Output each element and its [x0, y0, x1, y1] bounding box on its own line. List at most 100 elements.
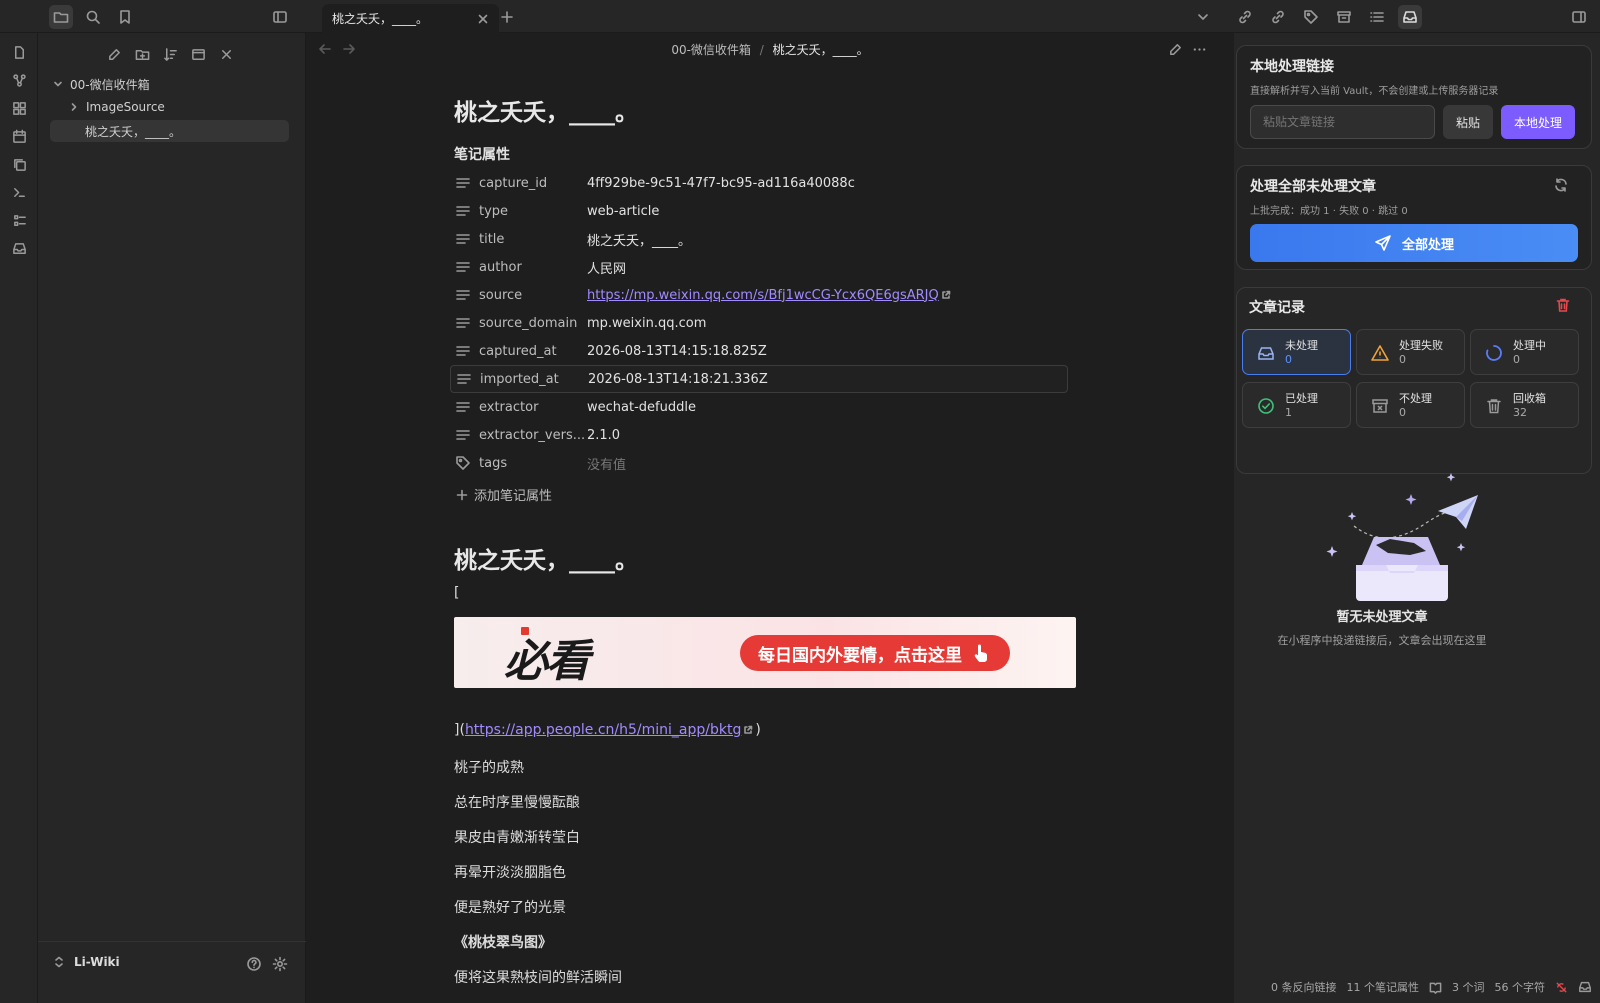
sync-off-icon[interactable] — [1555, 981, 1568, 994]
copy-icon[interactable] — [7, 152, 31, 176]
stat-recycle-bin[interactable]: 回收箱 32 — [1470, 382, 1579, 428]
link-line: ]( https://app.people.cn/h5/mini_app/bkt… — [454, 722, 761, 738]
external-link[interactable]: https://app.people.cn/h5/mini_app/bktg — [465, 722, 741, 738]
right-sidebar-toggle-icon[interactable] — [1567, 5, 1591, 29]
vault-switcher[interactable]: Li-Wiki — [54, 955, 120, 969]
tree-note-active[interactable]: 桃之夭夭，____。 — [50, 120, 289, 142]
paragraph: 果皮由青嫩渐转莹白 — [454, 830, 580, 846]
archive-icon[interactable] — [1332, 5, 1356, 29]
book-icon[interactable] — [1429, 981, 1442, 994]
banner-button[interactable]: 每日国内外要情，点击这里 — [740, 635, 1010, 671]
property-value[interactable]: 没有值 — [587, 454, 626, 473]
search-icon[interactable] — [81, 5, 105, 29]
link-suffix: ) — [755, 722, 761, 738]
property-row[interactable]: source https://mp.weixin.qq.com/s/Bfj1wcC… — [450, 281, 1068, 309]
tree-folder-root[interactable]: 00-微信收件箱 — [52, 73, 292, 95]
property-row[interactable]: type web-article — [450, 197, 1068, 225]
status-backlinks[interactable]: 0 条反向链接 — [1271, 979, 1337, 995]
stat-failed[interactable]: 处理失败 0 — [1356, 329, 1465, 375]
property-row[interactable]: tags 没有值 — [450, 449, 1068, 477]
plus-icon — [456, 489, 468, 500]
paragraph: 总在时序里慢慢酝酿 — [454, 795, 580, 811]
property-row[interactable]: extractor wechat-defuddle — [450, 393, 1068, 421]
link-alt-icon[interactable] — [1266, 5, 1290, 29]
terminal-icon[interactable] — [7, 180, 31, 204]
property-value[interactable]: wechat-defuddle — [587, 400, 696, 415]
add-property-label: 添加笔记属性 — [474, 489, 553, 504]
calendar-icon[interactable] — [7, 124, 31, 148]
banner-image[interactable]: 必看 每日国内外要情，点击这里 — [454, 617, 1076, 688]
property-row[interactable]: title 桃之夭夭，____。 — [450, 225, 1068, 253]
folder-icon[interactable] — [49, 5, 73, 29]
stat-unprocessed[interactable]: 未处理 0 — [1242, 329, 1351, 375]
status-chars: 56 个字符 — [1494, 981, 1546, 994]
edit-icon[interactable] — [1168, 42, 1183, 57]
tree-folder-label: ImageSource — [86, 100, 165, 114]
property-value[interactable]: 桃之夭夭，____。 — [587, 230, 691, 249]
ribbon — [0, 33, 38, 1003]
property-row[interactable]: extractor_vers... 2.1.0 — [450, 421, 1068, 449]
property-row[interactable]: author 人民网 — [450, 253, 1068, 281]
collapse-icon[interactable] — [187, 43, 209, 65]
empty-title: 暂无未处理文章 — [1336, 610, 1428, 625]
close-all-icon[interactable] — [215, 43, 237, 65]
new-tab-icon[interactable] — [495, 5, 519, 29]
property-row[interactable]: imported_at 2026-08-13T14:18:21.336Z — [450, 365, 1068, 393]
inbox-icon[interactable] — [1398, 5, 1422, 29]
help-icon[interactable] — [246, 956, 262, 972]
updown-icon — [55, 956, 63, 968]
chevron-down-icon[interactable] — [1191, 5, 1215, 29]
property-value[interactable]: mp.weixin.qq.com — [587, 316, 706, 331]
new-folder-icon[interactable] — [131, 43, 153, 65]
property-row[interactable]: captured_at 2026-08-13T14:15:18.825Z — [450, 337, 1068, 365]
stat-processing[interactable]: 处理中 0 — [1470, 329, 1579, 375]
sidebar-toggle-icon[interactable] — [268, 5, 292, 29]
refresh-icon[interactable] — [1553, 177, 1569, 193]
add-property-button[interactable]: 添加笔记属性 — [456, 485, 552, 504]
property-value[interactable]: https://mp.weixin.qq.com/s/Bfj1wcCG-Ycx6… — [587, 288, 939, 303]
article-link-input[interactable] — [1250, 105, 1435, 139]
grid-icon[interactable] — [7, 96, 31, 120]
file-icon[interactable] — [7, 40, 31, 64]
settings-icon[interactable] — [272, 956, 288, 972]
trash-icon — [1487, 399, 1501, 414]
batch-card-title: 处理全部未处理文章 — [1250, 179, 1376, 195]
property-value[interactable]: 2026-08-13T14:18:21.336Z — [588, 372, 768, 387]
new-note-icon[interactable] — [103, 43, 125, 65]
batch-last-result: 上批完成：成功 1 · 失败 0 · 跳过 0 — [1250, 206, 1408, 217]
stat-processed[interactable]: 已处理 1 — [1242, 382, 1351, 428]
text-property-icon — [455, 175, 471, 191]
property-value[interactable]: 人民网 — [587, 258, 626, 277]
link-plugin-icon[interactable] — [1233, 5, 1257, 29]
status-properties: 11 个笔记属性 — [1346, 981, 1420, 994]
tab-note[interactable]: 桃之夭夭，____。 — [322, 4, 499, 33]
tag-icon[interactable] — [1299, 5, 1323, 29]
check-circle-icon — [1258, 398, 1274, 414]
paste-button[interactable]: 粘贴 — [1443, 105, 1493, 139]
sort-icon[interactable] — [159, 43, 181, 65]
property-value[interactable]: 4ff929be-9c51-47f7-bc95-ad116a40088c — [587, 176, 855, 191]
breadcrumb-folder[interactable]: 00-微信收件箱 — [671, 43, 751, 57]
trash-icon[interactable] — [1555, 297, 1571, 313]
more-icon[interactable] — [1192, 42, 1207, 57]
property-row[interactable]: source_domain mp.weixin.qq.com — [450, 309, 1068, 337]
vault-name: Li-Wiki — [74, 955, 120, 969]
property-value[interactable]: web-article — [587, 204, 659, 219]
stat-ignored[interactable]: 不处理 0 — [1356, 382, 1465, 428]
property-value[interactable]: 2.1.0 — [587, 428, 620, 443]
stat-label: 不处理 — [1399, 392, 1432, 405]
bookmark-icon[interactable] — [113, 5, 137, 29]
kanban-icon[interactable] — [7, 208, 31, 232]
property-value[interactable]: 2026-08-13T14:15:18.825Z — [587, 344, 767, 359]
local-process-button[interactable]: 本地处理 — [1501, 105, 1575, 139]
process-all-button[interactable]: 全部处理 — [1250, 224, 1578, 262]
status-bar: 0 条反向链接 11 个笔记属性 3 个词 56 个字符 — [1271, 979, 1592, 995]
breadcrumb-note[interactable]: 桃之夭夭，____。 — [773, 43, 869, 57]
tree-folder-imagesource[interactable]: ImageSource — [68, 96, 292, 118]
graph-icon[interactable] — [7, 68, 31, 92]
inbox-ribbon-icon[interactable] — [7, 236, 31, 260]
list-icon[interactable] — [1365, 5, 1389, 29]
property-row[interactable]: capture_id 4ff929be-9c51-47f7-bc95-ad116a… — [450, 169, 1068, 197]
close-icon[interactable] — [477, 13, 489, 25]
inbox-status-icon[interactable] — [1578, 980, 1592, 994]
